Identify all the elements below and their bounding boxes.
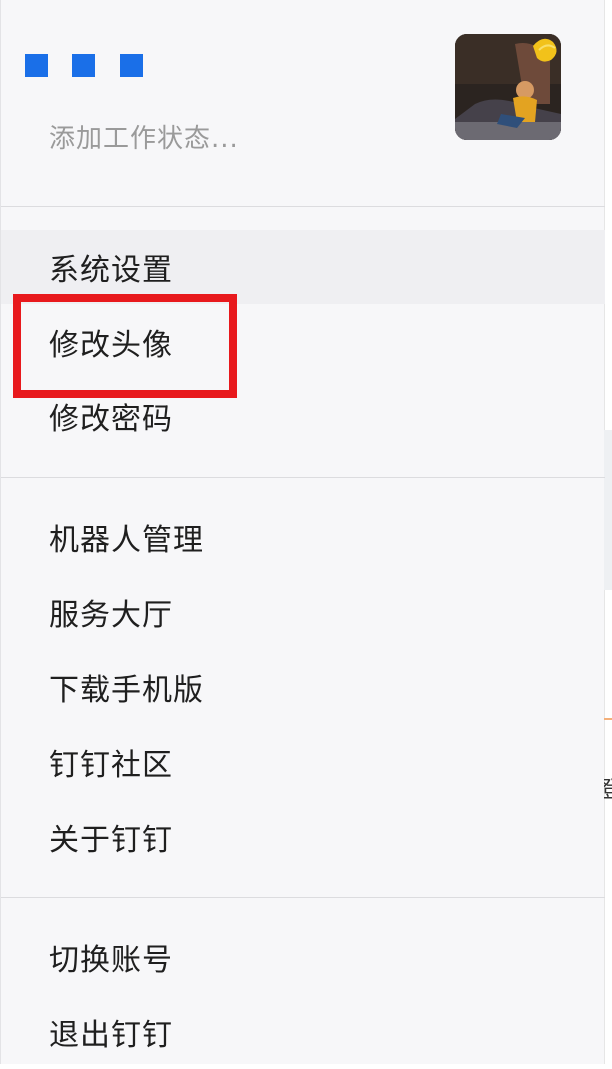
work-status-input[interactable]: 添加工作状态... <box>49 118 239 155</box>
user-name-redacted <box>25 54 143 80</box>
menu-item-change-password[interactable]: 修改密码 <box>1 379 605 453</box>
menu-item-system-settings[interactable]: 系统设置 <box>1 230 605 304</box>
avatar-image <box>455 34 561 140</box>
menu-item-robot-management[interactable]: 机器人管理 <box>1 500 605 574</box>
avatar[interactable] <box>455 34 561 140</box>
menu-divider <box>1 897 605 898</box>
redaction-block <box>25 54 48 77</box>
menu-divider <box>1 477 605 478</box>
menu-item-download-mobile[interactable]: 下载手机版 <box>1 650 605 724</box>
menu-divider <box>1 206 605 207</box>
background-accent-line <box>604 718 612 720</box>
redaction-block <box>72 54 95 77</box>
menu-item-service-hall[interactable]: 服务大厅 <box>1 575 605 649</box>
profile-dropdown-menu: 添加工作状态... 系统设置 修改头像 修改密码 机器人管理 服务大厅 下载手机… <box>0 0 605 1064</box>
redaction-block <box>120 54 143 77</box>
menu-item-exit-dingtalk[interactable]: 退出钉钉 <box>1 995 605 1069</box>
background-scroll-strip <box>604 430 612 590</box>
menu-item-change-avatar[interactable]: 修改头像 <box>1 305 605 379</box>
menu-item-switch-account[interactable]: 切换账号 <box>1 920 605 994</box>
menu-item-about-dingtalk[interactable]: 关于钉钉 <box>1 800 605 874</box>
profile-header: 添加工作状态... <box>1 0 605 206</box>
menu-item-dingtalk-community[interactable]: 钉钉社区 <box>1 725 605 799</box>
